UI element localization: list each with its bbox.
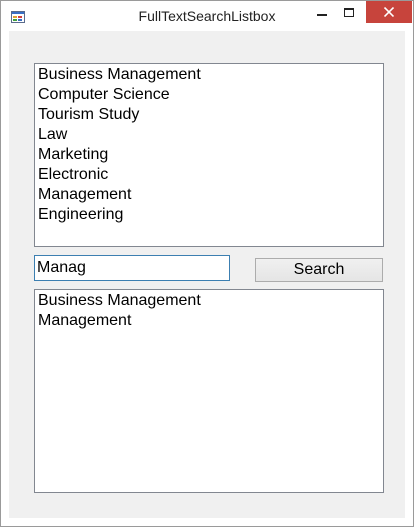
list-item[interactable]: Marketing xyxy=(35,145,383,165)
list-item[interactable]: Tourism Study xyxy=(35,105,383,125)
source-list-items: Business Management Computer Science Tou… xyxy=(35,64,383,225)
form-client-area: Business Management Computer Science Tou… xyxy=(9,31,405,518)
list-item[interactable]: Electronic xyxy=(35,165,383,185)
list-item[interactable]: Management xyxy=(35,185,383,205)
list-item[interactable]: Business Management xyxy=(35,291,383,311)
search-input[interactable] xyxy=(34,255,230,281)
list-item[interactable]: Management xyxy=(35,311,383,331)
list-item[interactable]: Law xyxy=(35,125,383,145)
list-item[interactable]: Computer Science xyxy=(35,85,383,105)
source-listbox[interactable]: Business Management Computer Science Tou… xyxy=(34,63,384,247)
title-bar[interactable]: FullTextSearchListbox xyxy=(1,1,413,31)
close-icon xyxy=(384,7,394,17)
search-button[interactable]: Search xyxy=(255,258,383,282)
results-list-items: Business Management Management xyxy=(35,290,383,331)
list-item[interactable]: Business Management xyxy=(35,65,383,85)
maximize-button[interactable] xyxy=(333,1,365,23)
close-button[interactable] xyxy=(366,1,412,23)
list-item[interactable]: Engineering xyxy=(35,205,383,225)
app-window: FullTextSearchListbox Business Managemen… xyxy=(0,0,414,527)
results-listbox[interactable]: Business Management Management xyxy=(34,289,384,493)
